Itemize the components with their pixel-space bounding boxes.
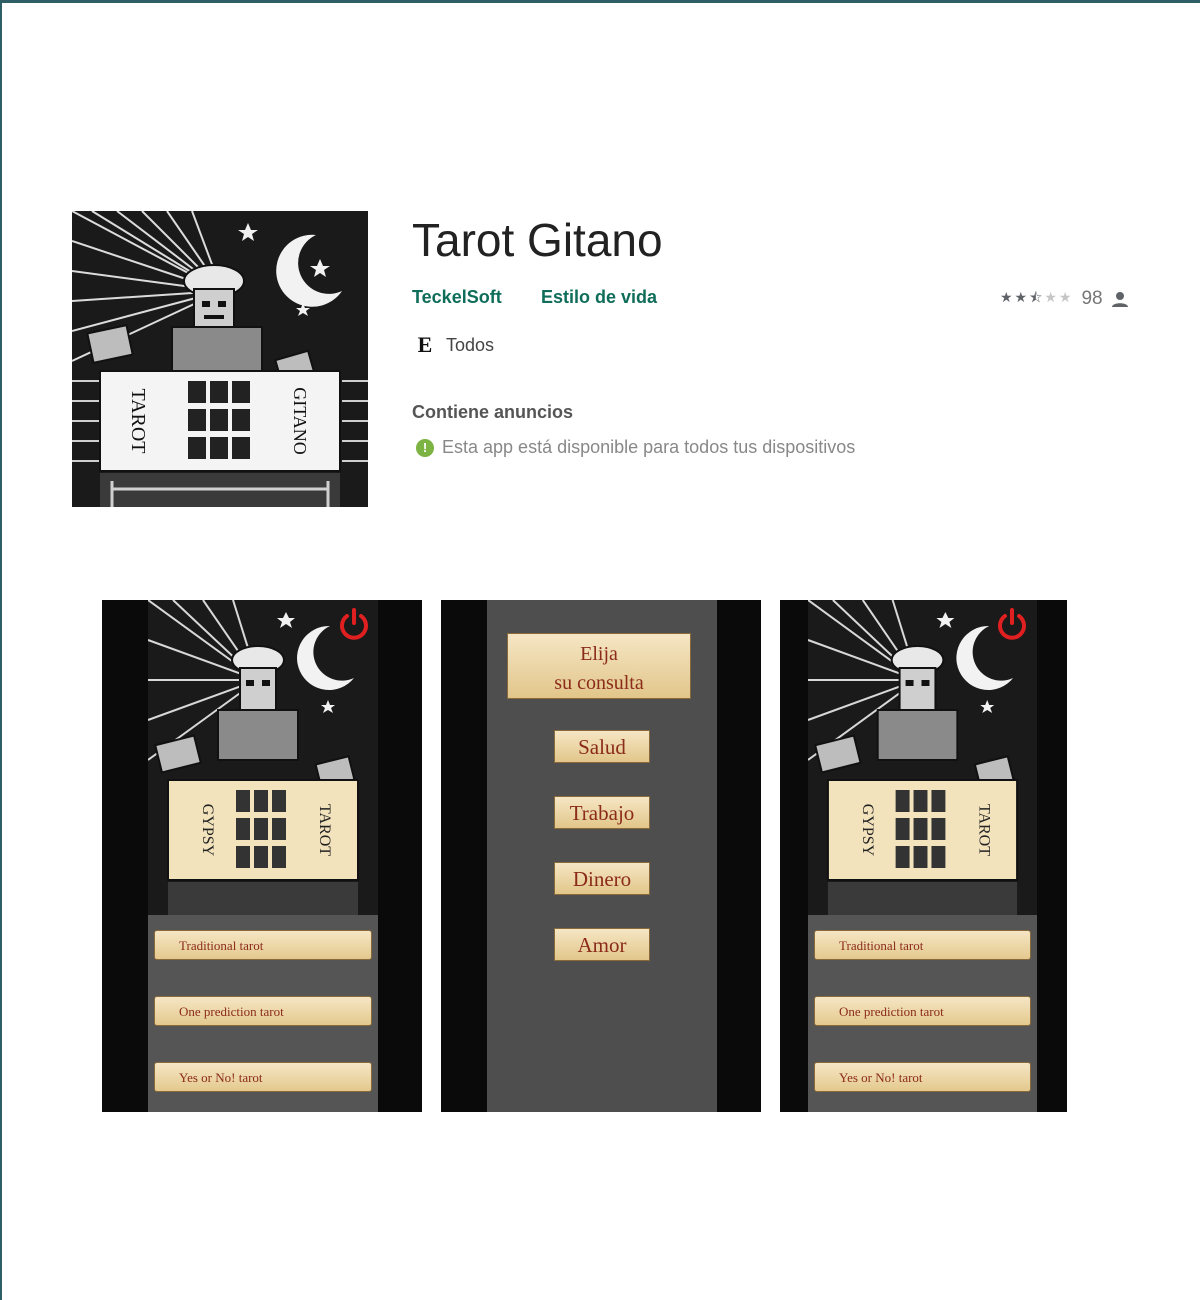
availability-text: Esta app está disponible para todos tus … bbox=[442, 437, 856, 457]
tarot-scene-image: GYPSY TAROT bbox=[808, 600, 1037, 915]
rating-count: 98 bbox=[1081, 288, 1103, 309]
content-rating-label: Todos bbox=[446, 334, 495, 355]
one-prediction-tarot-button[interactable]: One prediction tarot bbox=[814, 996, 1031, 1026]
amor-button[interactable]: Amor bbox=[554, 928, 650, 961]
query-heading: Elija su consulta bbox=[507, 633, 691, 699]
user-icon bbox=[1111, 292, 1128, 307]
screenshot-screen: Elija su consulta Salud Trabajo Dinero A… bbox=[487, 600, 717, 1112]
card-lettering-right: TAROT bbox=[975, 804, 992, 856]
screenshot-screen: GYPSY TAROT Traditional tarot One predic… bbox=[148, 600, 378, 1112]
availability-notice: ! Esta app está disponible para todos tu… bbox=[416, 437, 855, 458]
app-title: Tarot Gitano bbox=[412, 214, 663, 266]
tarot-scene-image: GYPSY TAROT bbox=[148, 600, 378, 915]
esrb-badge: E bbox=[417, 332, 433, 357]
developer-link[interactable]: TeckelSoft bbox=[412, 287, 502, 308]
category-link[interactable]: Estilo de vida bbox=[541, 287, 657, 308]
trabajo-button[interactable]: Trabajo bbox=[554, 796, 650, 829]
salud-button[interactable]: Salud bbox=[554, 730, 650, 763]
content-rating: E Todos bbox=[414, 332, 494, 358]
screenshot-1[interactable]: GYPSY TAROT Traditional tarot One predic… bbox=[102, 600, 422, 1112]
ads-notice: Contiene anuncios bbox=[412, 402, 574, 422]
star-rating: ★★⯪★★ bbox=[1000, 289, 1074, 305]
info-icon: ! bbox=[416, 438, 434, 457]
screenshot-screen: GYPSY TAROT Traditional tarot One predic… bbox=[808, 600, 1037, 1112]
window-left-border bbox=[0, 0, 2, 1300]
app-icon-image: TAROT GITANO bbox=[72, 211, 368, 507]
traditional-tarot-button[interactable]: Traditional tarot bbox=[154, 930, 372, 960]
screenshot-3[interactable]: GYPSY TAROT Traditional tarot One predic… bbox=[780, 600, 1067, 1112]
rating-summary: ★★⯪★★ 98 bbox=[1000, 287, 1129, 311]
dinero-button[interactable]: Dinero bbox=[554, 862, 650, 895]
card-lettering-right: TAROT bbox=[316, 804, 333, 856]
yes-no-tarot-button[interactable]: Yes or No! tarot bbox=[154, 1062, 372, 1092]
icon-lettering-left: TAROT bbox=[127, 388, 149, 453]
one-prediction-tarot-button[interactable]: One prediction tarot bbox=[154, 996, 372, 1026]
traditional-tarot-button[interactable]: Traditional tarot bbox=[814, 930, 1031, 960]
card-lettering-left: GYPSY bbox=[859, 804, 876, 857]
window-top-border bbox=[0, 0, 1200, 3]
query-heading-line-1: Elija bbox=[580, 643, 618, 665]
yes-no-tarot-button[interactable]: Yes or No! tarot bbox=[814, 1062, 1031, 1092]
screenshot-2[interactable]: Elija su consulta Salud Trabajo Dinero A… bbox=[441, 600, 761, 1112]
icon-lettering-right: GITANO bbox=[290, 387, 310, 455]
power-icon[interactable] bbox=[994, 606, 1030, 642]
query-heading-line-2: su consulta bbox=[554, 672, 644, 694]
card-lettering-left: GYPSY bbox=[199, 804, 216, 857]
power-icon[interactable] bbox=[336, 606, 372, 642]
